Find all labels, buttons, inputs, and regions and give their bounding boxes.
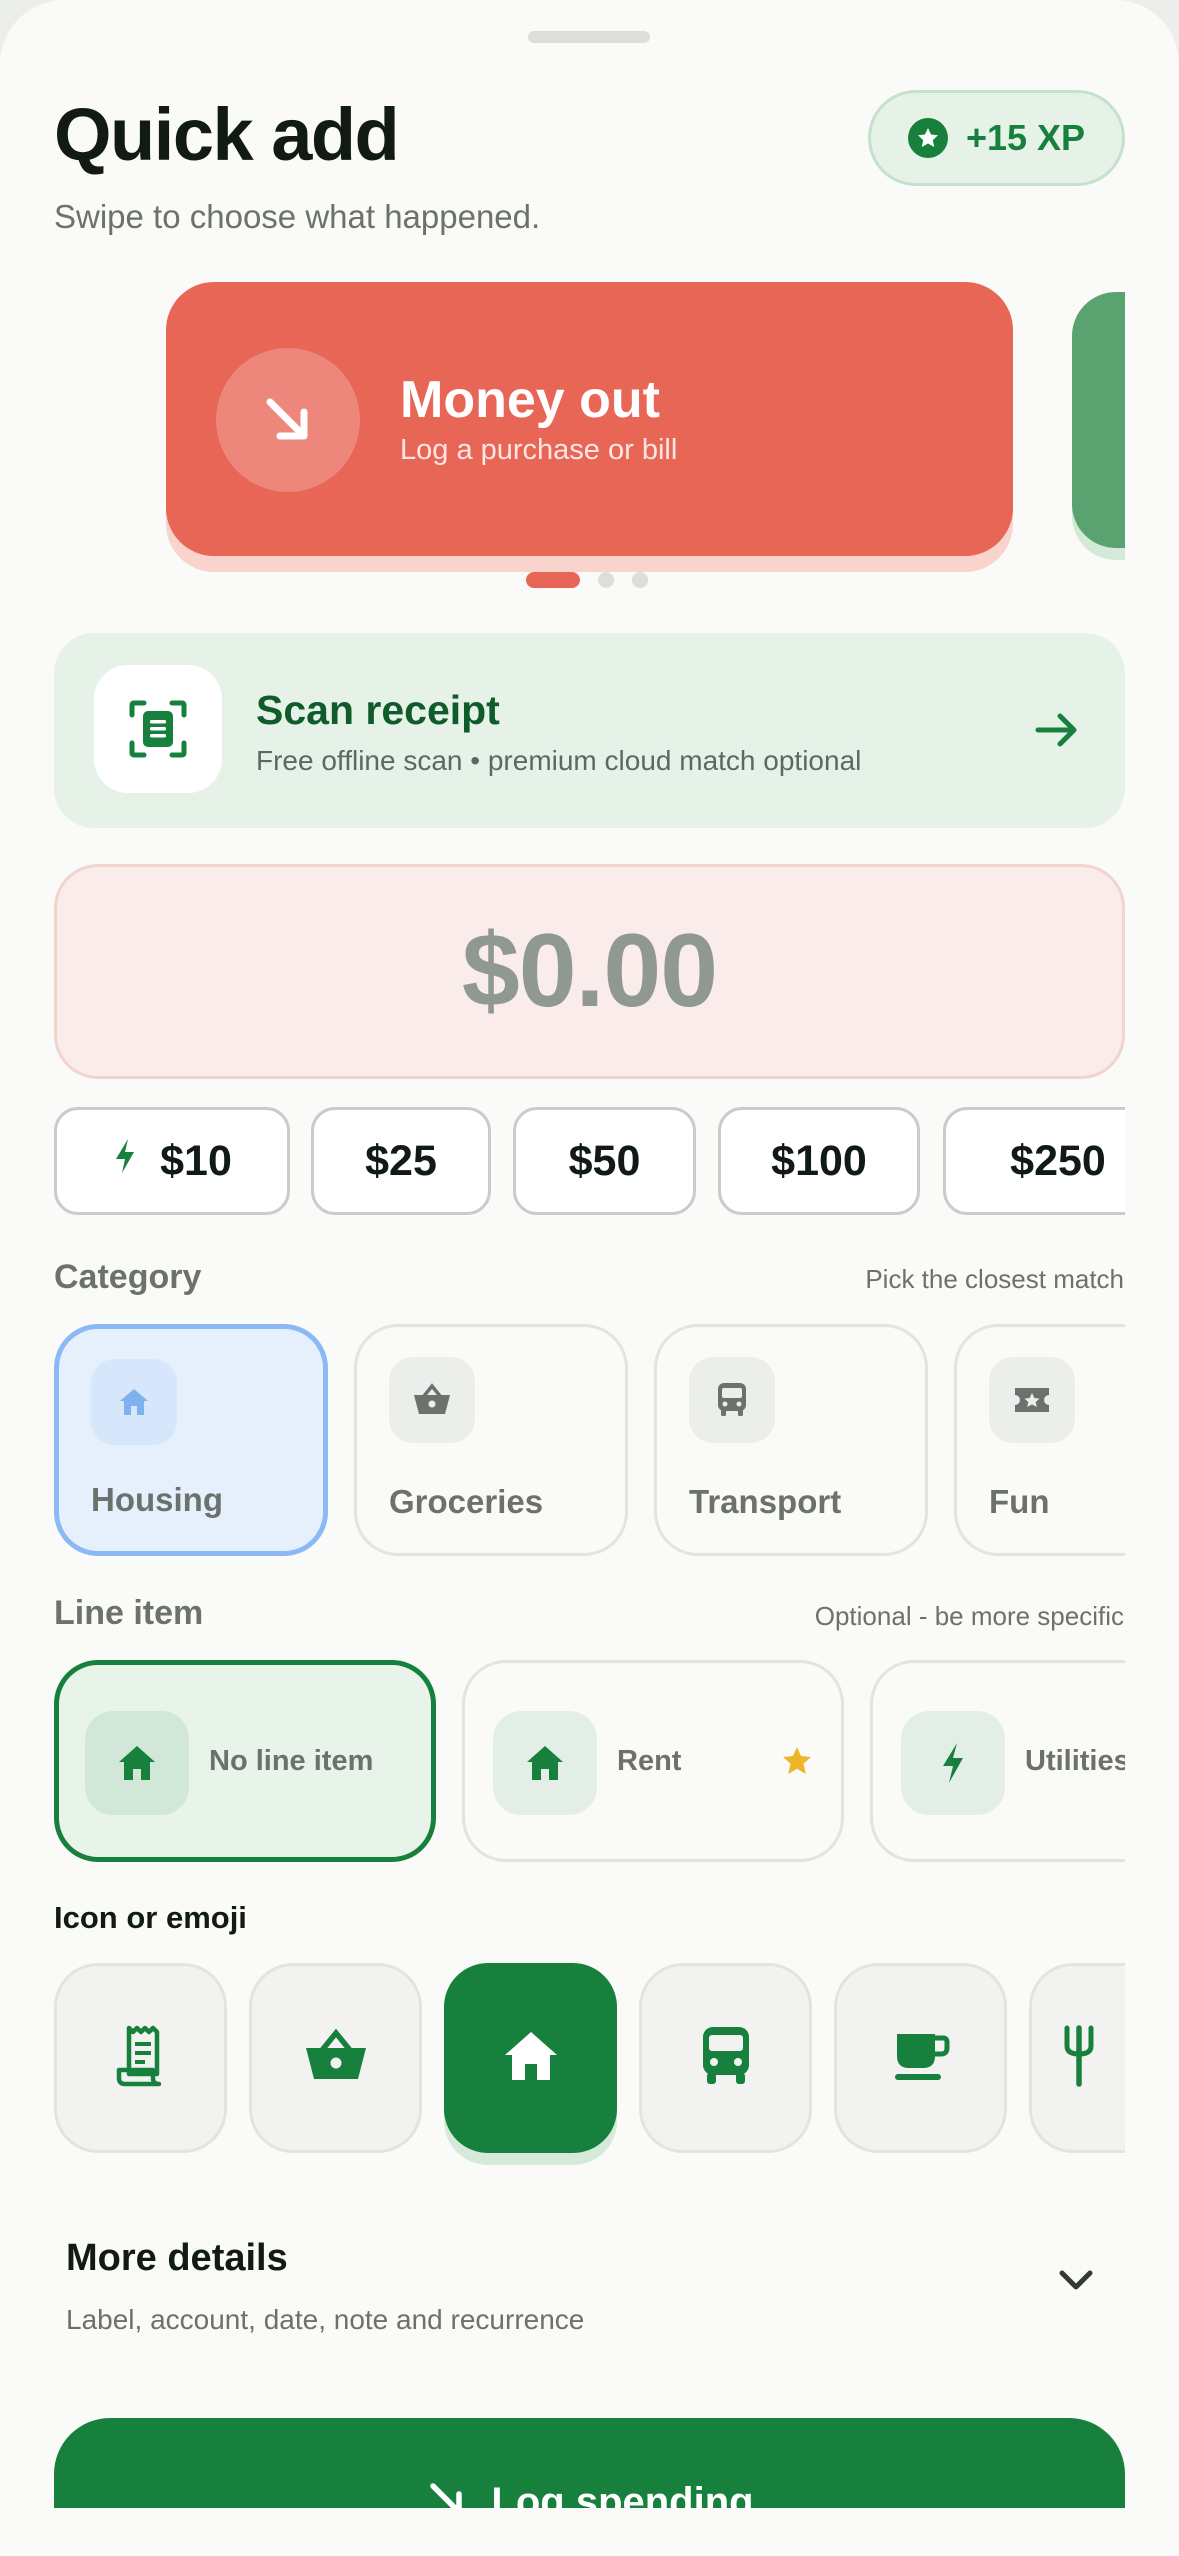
fork-icon (1059, 2024, 1099, 2093)
star-badge-icon (907, 118, 948, 158)
amount-input[interactable]: $0.00 (54, 864, 1125, 1079)
quick-amount-label: $10 (160, 1136, 232, 1185)
bolt-icon (901, 1711, 1005, 1815)
quick-add-sheet: Quick add Swipe to choose what happened.… (0, 0, 1179, 2556)
scroll-edge-mask (1125, 270, 1179, 2410)
sheet-grabber[interactable] (528, 31, 650, 43)
scan-receipt-card[interactable]: Scan receipt Free offline scan • premium… (54, 633, 1125, 828)
line-item-label: Utilities (1025, 1745, 1130, 1777)
line-item-hint: Optional - be more specific (814, 1601, 1124, 1631)
bottom-fade (0, 2508, 1179, 2556)
type-card-money-out[interactable]: Money out Log a purchase or bill (166, 282, 1013, 556)
basket-icon (389, 1357, 475, 1443)
home-icon (85, 1711, 189, 1815)
ticket-icon (989, 1357, 1075, 1443)
category-label: Housing (91, 1481, 223, 1518)
page-subtitle: Swipe to choose what happened. (54, 198, 541, 235)
icon-option-basket[interactable] (249, 1963, 422, 2153)
category-label: Fun (989, 1483, 1050, 1520)
icon-option-home[interactable] (444, 1963, 617, 2153)
chevron-down-icon[interactable] (1056, 2266, 1096, 2299)
home-icon (493, 1711, 597, 1815)
category-transport[interactable]: Transport (654, 1324, 928, 1556)
basket-icon (303, 2027, 369, 2090)
xp-badge-text: +15 XP (965, 117, 1086, 158)
carousel-dot-active[interactable] (526, 572, 580, 588)
arrow-right-icon (1032, 705, 1082, 760)
type-card-title: Money out (400, 371, 660, 429)
icon-option-coffee[interactable] (834, 1963, 1007, 2153)
icon-picker-label: Icon or emoji (54, 1900, 247, 1935)
bus-icon (699, 2025, 753, 2092)
xp-badge: +15 XP (868, 90, 1125, 186)
home-icon (501, 2028, 561, 2089)
quick-amount-button[interactable]: $100 (718, 1107, 920, 1215)
coffee-icon (891, 2028, 951, 2089)
page-title: Quick add (54, 93, 400, 176)
quick-amount-label: $250 (1010, 1136, 1106, 1185)
more-details-title[interactable]: More details (66, 2237, 288, 2280)
line-item-label: No line item (209, 1745, 374, 1777)
icon-option-receipt[interactable] (54, 1963, 227, 2153)
line-item-rent[interactable]: Rent (462, 1660, 844, 1862)
star-icon (781, 1745, 813, 1782)
quick-amount-label: $100 (771, 1136, 867, 1185)
type-card-description: Log a purchase or bill (400, 434, 678, 466)
carousel-dot[interactable] (632, 572, 648, 588)
line-item-label: Rent (617, 1745, 682, 1777)
scan-receipt-description: Free offline scan • premium cloud match … (256, 745, 862, 776)
category-label: Category (54, 1258, 202, 1296)
icon-option-bus[interactable] (639, 1963, 812, 2153)
carousel-dot[interactable] (598, 572, 614, 588)
quick-amount-label: $25 (365, 1136, 437, 1185)
category-groceries[interactable]: Groceries (354, 1324, 628, 1556)
more-details-description: Label, account, date, note and recurrenc… (66, 2304, 585, 2335)
scan-receipt-title: Scan receipt (256, 687, 500, 733)
quick-amount-label: $50 (568, 1136, 641, 1185)
category-label: Groceries (389, 1483, 544, 1520)
receipt-icon (113, 2024, 169, 2093)
bolt-icon (112, 1137, 138, 1186)
line-item-none[interactable]: No line item (54, 1660, 436, 1862)
amount-value: $0.00 (461, 913, 718, 1029)
line-item-label: Line item (54, 1594, 204, 1632)
arrow-down-right-icon (216, 348, 360, 492)
category-housing[interactable]: Housing (54, 1324, 328, 1556)
home-icon (91, 1359, 177, 1445)
category-label: Transport (689, 1483, 842, 1520)
carousel-page-indicator (526, 572, 648, 588)
scan-receipt-icon (94, 665, 222, 793)
quick-amount-button[interactable]: $50 (513, 1107, 696, 1215)
category-hint: Pick the closest match (865, 1264, 1124, 1294)
bus-icon (689, 1357, 775, 1443)
quick-amount-button[interactable]: $25 (311, 1107, 491, 1215)
quick-amount-button[interactable]: $10 (54, 1107, 290, 1215)
